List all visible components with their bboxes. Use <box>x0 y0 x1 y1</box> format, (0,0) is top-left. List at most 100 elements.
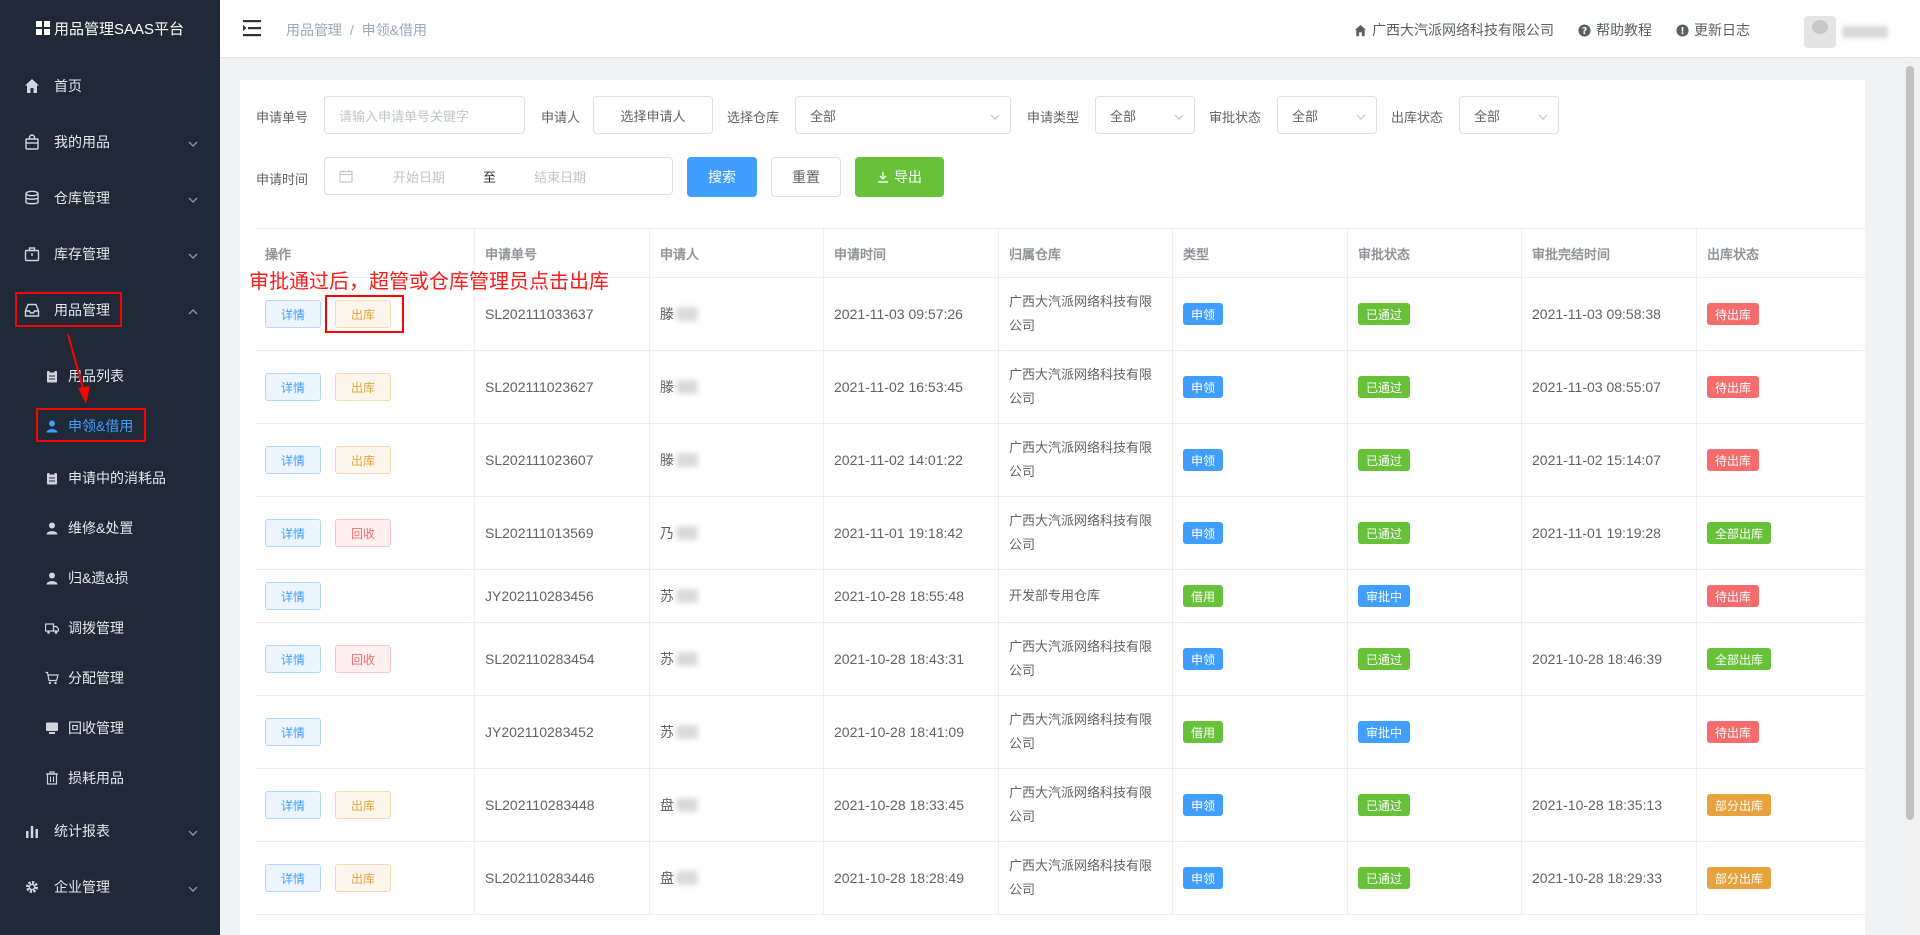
warehouse-select[interactable]: 全部 <box>795 96 1011 134</box>
table-row: 详情 JY202110283456 苏 2021-10-28 18:55:48 开发部专… <box>255 570 1868 623</box>
redacted-name <box>676 453 698 467</box>
cell-approval-done-time: 2021-10-28 18:29:33 <box>1522 842 1697 914</box>
cell-actions: 详情 出库 <box>255 424 475 496</box>
type-tag: 申领 <box>1183 303 1224 325</box>
sidebar-item-inventory[interactable]: 库存管理 <box>0 234 220 274</box>
table-row: 详情 出库 SL202110283448 盘 2021-10-28 18:33:45 广西… <box>255 769 1868 842</box>
cell-warehouse: 开发部专用仓库 <box>999 570 1173 622</box>
sidebar-subitem-allocation[interactable]: 分配管理 <box>0 658 220 698</box>
user-avatar[interactable] <box>1804 16 1888 48</box>
cell-type: 借用 <box>1173 696 1348 768</box>
avatar-image <box>1804 16 1836 48</box>
detail-button[interactable]: 详情 <box>265 645 321 673</box>
sidebar-subitem-transfer[interactable]: 调拨管理 <box>0 608 220 648</box>
cell-warehouse: 广西大汽派网络科技有限公司 <box>999 696 1173 768</box>
help-link[interactable]: ? 帮助教程 <box>1578 20 1652 40</box>
sidebar-item-label: 分配管理 <box>68 670 124 686</box>
sidebar-subitem-pending-consumables[interactable]: 申请中的消耗品 <box>0 458 220 498</box>
detail-button[interactable]: 详情 <box>265 446 321 474</box>
company-link[interactable]: 广西大汽派网络科技有限公司 <box>1354 20 1554 40</box>
select-applicant-button[interactable]: 选择申请人 <box>593 96 713 134</box>
brand-title: 用品管理SAAS平台 <box>53 20 185 38</box>
sidebar-subitem-supply-list[interactable]: 用品列表 <box>0 356 220 396</box>
applicant-name: 乃 <box>660 525 674 541</box>
cell-outbound-status: 待出库 <box>1697 424 1868 496</box>
outbound-button[interactable]: 出库 <box>335 373 391 401</box>
outbound-button[interactable]: 出库 <box>335 446 391 474</box>
cell-actions: 详情 出库 <box>255 351 475 423</box>
search-button[interactable]: 搜索 <box>687 157 757 197</box>
chevron-down-icon <box>188 248 198 259</box>
sidebar-item-label: 库存管理 <box>54 246 110 262</box>
cell-apply-time: 2021-10-28 18:43:31 <box>824 623 999 695</box>
detail-button[interactable]: 详情 <box>265 300 321 328</box>
cell-apply-time: 2021-11-02 16:53:45 <box>824 351 999 423</box>
sidebar-item-my-supplies[interactable]: 我的用品 <box>0 122 220 162</box>
approval-status-tag: 已通过 <box>1358 522 1411 544</box>
type-tag: 借用 <box>1183 585 1224 607</box>
date-range-picker[interactable]: 开始日期 至 结束日期 <box>324 157 673 195</box>
cell-actions: 详情 出库 <box>255 842 475 914</box>
cell-apply-no: SL202110283448 <box>475 769 650 841</box>
sidebar-item-home[interactable]: 首页 <box>0 66 220 106</box>
outbound-button[interactable]: 出库 <box>335 791 391 819</box>
redacted-name <box>676 725 698 739</box>
sidebar-subitem-wastage[interactable]: 损耗用品 <box>0 758 220 798</box>
export-button[interactable]: 导出 <box>855 157 944 197</box>
chevron-down-icon <box>990 110 1000 120</box>
detail-button[interactable]: 详情 <box>265 864 321 892</box>
sidebar-item-label: 统计报表 <box>54 823 110 839</box>
approval-select[interactable]: 全部 <box>1277 96 1377 134</box>
outbound-button[interactable]: 出库 <box>335 864 391 892</box>
sidebar-subitem-recycle[interactable]: 回收管理 <box>0 708 220 748</box>
column-header-approval-done-time: 审批完结时间 <box>1522 229 1697 278</box>
apply-no-input[interactable]: 请输入申请单号关键字 <box>324 96 525 134</box>
page-scrollbar[interactable] <box>1904 62 1916 935</box>
cell-outbound-status: 待出库 <box>1697 278 1868 350</box>
cell-warehouse: 广西大汽派网络科技有限公司 <box>999 842 1173 914</box>
detail-button[interactable]: 详情 <box>265 373 321 401</box>
menu-toggle-icon[interactable] <box>242 18 262 38</box>
cell-outbound-status: 部分出库 <box>1697 769 1868 841</box>
outbound-status-tag: 部分出库 <box>1707 794 1772 816</box>
reset-button[interactable]: 重置 <box>771 157 841 197</box>
outbound-select[interactable]: 全部 <box>1459 96 1559 134</box>
cell-applicant: 滕 <box>650 424 824 496</box>
detail-button[interactable]: 详情 <box>265 582 321 610</box>
cell-apply-time: 2021-11-03 09:57:26 <box>824 278 999 350</box>
cell-warehouse: 广西大汽派网络科技有限公司 <box>999 497 1173 569</box>
redacted-name <box>676 526 698 540</box>
recycle-button[interactable]: 回收 <box>335 519 391 547</box>
sidebar-item-warehouse[interactable]: 仓库管理 <box>0 178 220 218</box>
sidebar-subitem-return-lost[interactable]: 归&遗&损 <box>0 558 220 598</box>
scrollbar-thumb[interactable] <box>1906 66 1914 820</box>
recycle-button[interactable]: 回收 <box>335 645 391 673</box>
company-name: 广西大汽派网络科技有限公司 <box>1372 22 1554 38</box>
cell-actions: 详情 回收 <box>255 497 475 569</box>
warehouse-label: 选择仓库 <box>727 110 780 125</box>
cell-warehouse: 广西大汽派网络科技有限公司 <box>999 769 1173 841</box>
breadcrumb-separator: / <box>349 22 354 38</box>
approval-status-tag: 已通过 <box>1358 648 1411 670</box>
approval-status-tag: 审批中 <box>1358 585 1411 607</box>
sidebar-item-label: 申请中的消耗品 <box>68 470 166 486</box>
sidebar-item-reports[interactable]: 统计报表 <box>0 811 220 851</box>
detail-button[interactable]: 详情 <box>265 519 321 547</box>
sidebar-item-enterprise[interactable]: 企业管理 <box>0 867 220 907</box>
breadcrumb-parent[interactable]: 用品管理 <box>286 22 342 38</box>
redacted-name <box>676 380 698 394</box>
type-select[interactable]: 全部 <box>1095 96 1195 134</box>
brand[interactable]: 用品管理SAAS平台 <box>0 0 220 56</box>
table-row: 详情 回收 SL202110283454 苏 2021-10-28 18:43:31 广西… <box>255 623 1868 696</box>
cell-outbound-status: 待出库 <box>1697 570 1868 622</box>
sidebar: 用品管理SAAS平台 首页 我的用品 仓库管理 库存管理 用品管理 用品列表 申… <box>0 0 220 935</box>
changelog-link[interactable]: ! 更新日志 <box>1676 20 1750 40</box>
detail-button[interactable]: 详情 <box>265 718 321 746</box>
cell-applicant: 滕 <box>650 351 824 423</box>
cell-type: 申领 <box>1173 351 1348 423</box>
calendar-icon <box>339 170 353 183</box>
detail-button[interactable]: 详情 <box>265 791 321 819</box>
annotation-box-outbound-button <box>325 295 404 333</box>
column-header-warehouse: 归属仓库 <box>999 229 1173 278</box>
sidebar-subitem-repair-disposal[interactable]: 维修&处置 <box>0 508 220 548</box>
